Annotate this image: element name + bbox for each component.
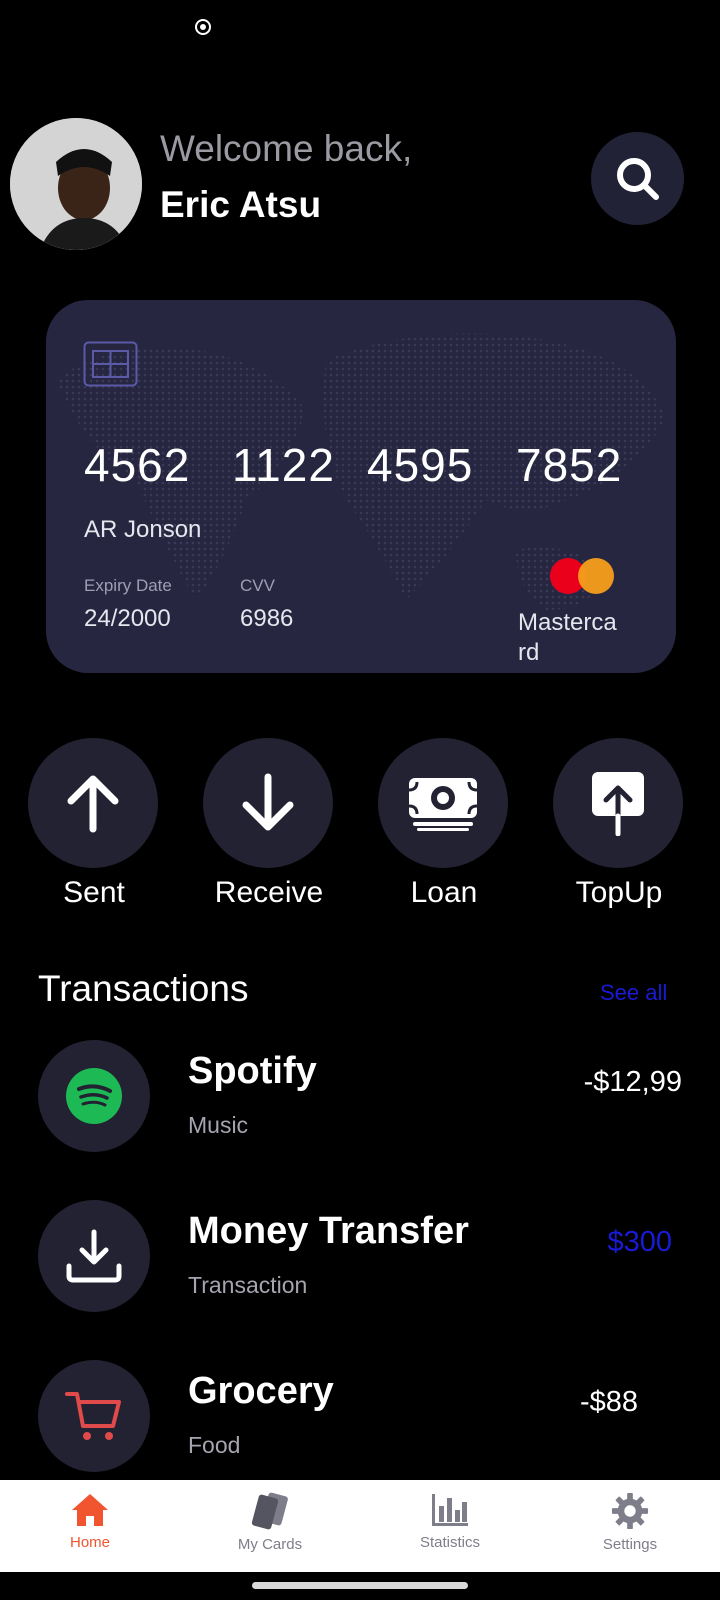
welcome-text: Welcome back,: [160, 128, 413, 169]
transaction-item[interactable]: Grocery Food -$88: [38, 1360, 682, 1475]
nav-statistics[interactable]: Statistics: [360, 1480, 540, 1572]
user-name: Eric Atsu: [160, 184, 322, 225]
nav-my-cards-label: My Cards: [237, 1536, 303, 1553]
card-number-group: 7852: [516, 439, 623, 491]
nav-home-label: Home: [69, 1534, 110, 1551]
card-number: 4562 1122 4595 7852: [84, 438, 622, 492]
expiry-label: Expiry Date: [84, 576, 172, 595]
transaction-category: Transaction: [188, 1272, 308, 1298]
see-all-link[interactable]: See all: [600, 980, 667, 1006]
topup-button[interactable]: TopUp: [553, 738, 685, 910]
cvv-value: 6986: [240, 605, 294, 632]
transaction-name: Spotify: [188, 1050, 317, 1092]
transaction-name: Money Transfer: [188, 1210, 469, 1252]
gesture-bar[interactable]: [252, 1582, 468, 1589]
transaction-category: Food: [188, 1432, 241, 1458]
receive-label: Receive: [214, 876, 324, 909]
transaction-icon-container: [38, 1360, 150, 1472]
transactions-title: Transactions: [38, 968, 249, 1009]
sent-button[interactable]: Sent: [28, 738, 160, 910]
card-number-group: 1122: [232, 439, 335, 491]
transaction-amount: -$88: [579, 1386, 638, 1418]
home-icon: [72, 1494, 108, 1526]
cards-icon: [251, 1492, 288, 1530]
nav-my-cards[interactable]: My Cards: [180, 1480, 360, 1572]
arrow-up-icon: [67, 775, 119, 833]
bar-chart-icon: [432, 1494, 468, 1526]
receive-button[interactable]: Receive: [203, 738, 335, 910]
quick-actions: Sent Receive Loan TopUp: [28, 738, 688, 910]
nav-statistics-label: Statistics: [419, 1534, 480, 1551]
transaction-icon-container: [38, 1200, 150, 1312]
search-button[interactable]: [591, 132, 684, 225]
status-bar-icon: [195, 19, 211, 35]
card-number-group: 4595: [367, 439, 474, 491]
bottom-navigation: Home My Cards Statistics Settings: [0, 1480, 720, 1572]
header: Welcome back, Eric Atsu: [10, 118, 686, 250]
transaction-item[interactable]: Spotify Music -$12,99: [38, 1040, 682, 1155]
money-bill-icon: [408, 778, 478, 831]
nav-settings[interactable]: Settings: [540, 1480, 720, 1572]
credit-card[interactable]: 4562 1122 4595 7852 AR Jonson Expiry Dat…: [46, 300, 676, 673]
download-icon: [66, 1229, 122, 1283]
loan-label: Loan: [410, 876, 478, 909]
card-brand: Mastercard: [518, 609, 617, 666]
sent-label: Sent: [63, 876, 125, 909]
loan-button[interactable]: Loan: [378, 738, 510, 910]
cart-icon: [65, 1392, 121, 1440]
transaction-name: Grocery: [188, 1370, 334, 1412]
expiry-value: 24/2000: [84, 605, 171, 632]
avatar[interactable]: [10, 118, 142, 250]
cvv-label: CVV: [240, 576, 275, 595]
card-number-group: 4562: [84, 439, 191, 491]
mastercard-logo-icon: [550, 558, 614, 594]
card-holder-name: AR Jonson: [84, 516, 202, 543]
card-chip-icon: [83, 341, 138, 387]
transaction-category: Music: [188, 1112, 249, 1138]
nav-settings-label: Settings: [602, 1536, 658, 1553]
upload-icon: [592, 772, 644, 836]
arrow-down-icon: [242, 773, 294, 831]
topup-label: TopUp: [575, 876, 663, 909]
transaction-amount: -$12,99: [583, 1066, 682, 1098]
nav-home[interactable]: Home: [0, 1480, 180, 1572]
transaction-icon-container: [38, 1040, 150, 1152]
spotify-icon: [66, 1068, 122, 1124]
transaction-amount: $300: [607, 1226, 672, 1258]
gear-icon: [611, 1492, 649, 1530]
search-icon: [616, 157, 659, 200]
transaction-item[interactable]: Money Transfer Transaction $300: [38, 1200, 682, 1315]
